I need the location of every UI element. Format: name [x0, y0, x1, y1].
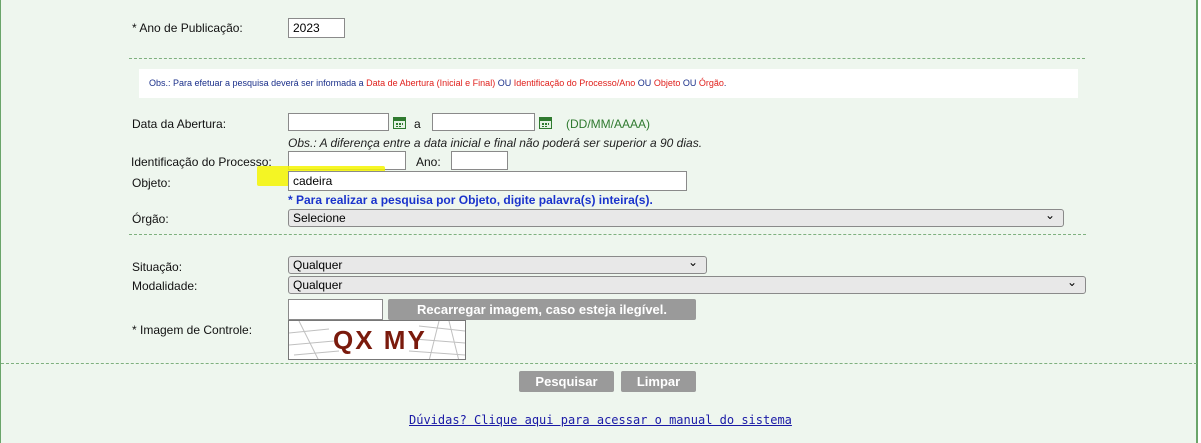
modalidade-label: Modalidade:: [132, 279, 198, 293]
calendar-icon[interactable]: [539, 117, 552, 129]
situacao-select[interactable]: Qualquer ⌄: [288, 255, 707, 274]
obs-highlight-term: Identificação do Processo/Ano: [513, 78, 636, 88]
divider: [1, 363, 1197, 364]
modalidade-selected: Qualquer: [293, 278, 343, 292]
obs-text-segment: OU: [635, 78, 654, 88]
calendar-icon[interactable]: [393, 117, 406, 129]
date-format-hint: (DD/MM/AAAA): [566, 117, 650, 131]
situacao-label: Situação:: [132, 260, 183, 274]
divider: [129, 58, 1085, 59]
orgao-selected: Selecione: [293, 211, 346, 225]
captcha-image: QX MY: [288, 320, 466, 360]
captcha-input[interactable]: [288, 299, 383, 320]
reload-captcha-button[interactable]: Recarregar imagem, caso esteja ilegível.: [388, 299, 696, 320]
obs-highlight-term: Órgão: [698, 78, 724, 88]
orgao-label: Órgão:: [132, 212, 169, 226]
objeto-label: Objeto:: [132, 176, 171, 190]
obs-search-requirements: Obs.: Para efetuar a pesquisa deverá ser…: [149, 78, 726, 88]
search-form-panel: * Ano de Publicação: 2023 Obs.: Para efe…: [0, 0, 1198, 443]
obs-text-segment: OU: [495, 78, 514, 88]
date-separator: a: [414, 117, 421, 131]
chevron-down-icon: ⌄: [1044, 208, 1055, 222]
situacao-selected: Qualquer: [293, 258, 343, 272]
orgao-select[interactable]: Selecione ⌄: [288, 208, 1064, 227]
obs-text-segment: OU: [680, 78, 699, 88]
obs-text-segment: Obs.: Para efetuar a pesquisa deverá ser…: [149, 78, 367, 88]
obs-text-segment: .: [723, 78, 727, 88]
ano-processo-input[interactable]: [451, 151, 508, 170]
chevron-down-icon: ⌄: [687, 255, 698, 269]
ano-publicacao-label: * Ano de Publicação:: [132, 21, 243, 35]
chevron-down-icon: ⌄: [1066, 275, 1077, 289]
help-manual-link[interactable]: Dúvidas? Clique aqui para acessar o manu…: [409, 413, 792, 427]
divider: [129, 234, 1086, 235]
identificacao-label: Identificação do Processo:: [131, 155, 272, 169]
data-final-input[interactable]: [432, 113, 535, 131]
search-button[interactable]: Pesquisar: [519, 371, 614, 392]
objeto-input[interactable]: cadeira: [288, 171, 687, 191]
obs-highlight-term: Data de Abertura (Inicial e Final): [366, 78, 496, 88]
obs-highlight-term: Objeto: [653, 78, 681, 88]
data-abertura-label: Data da Abertura:: [132, 117, 227, 131]
data-inicial-input[interactable]: [288, 113, 389, 131]
clear-button[interactable]: Limpar: [621, 371, 696, 392]
captcha-label: * Imagem de Controle:: [132, 323, 253, 337]
obs-box: Obs.: Para efetuar a pesquisa deverá ser…: [139, 69, 1078, 98]
modalidade-select[interactable]: Qualquer ⌄: [288, 275, 1086, 294]
ano-publicacao-input[interactable]: 2023: [288, 18, 345, 38]
objeto-hint: * Para realizar a pesquisa por Objeto, d…: [288, 193, 653, 207]
ano-processo-label: Ano:: [416, 155, 441, 169]
captcha-text: QX MY: [333, 325, 427, 355]
date-range-obs: Obs.: A diferença entre a data inicial e…: [288, 136, 703, 150]
